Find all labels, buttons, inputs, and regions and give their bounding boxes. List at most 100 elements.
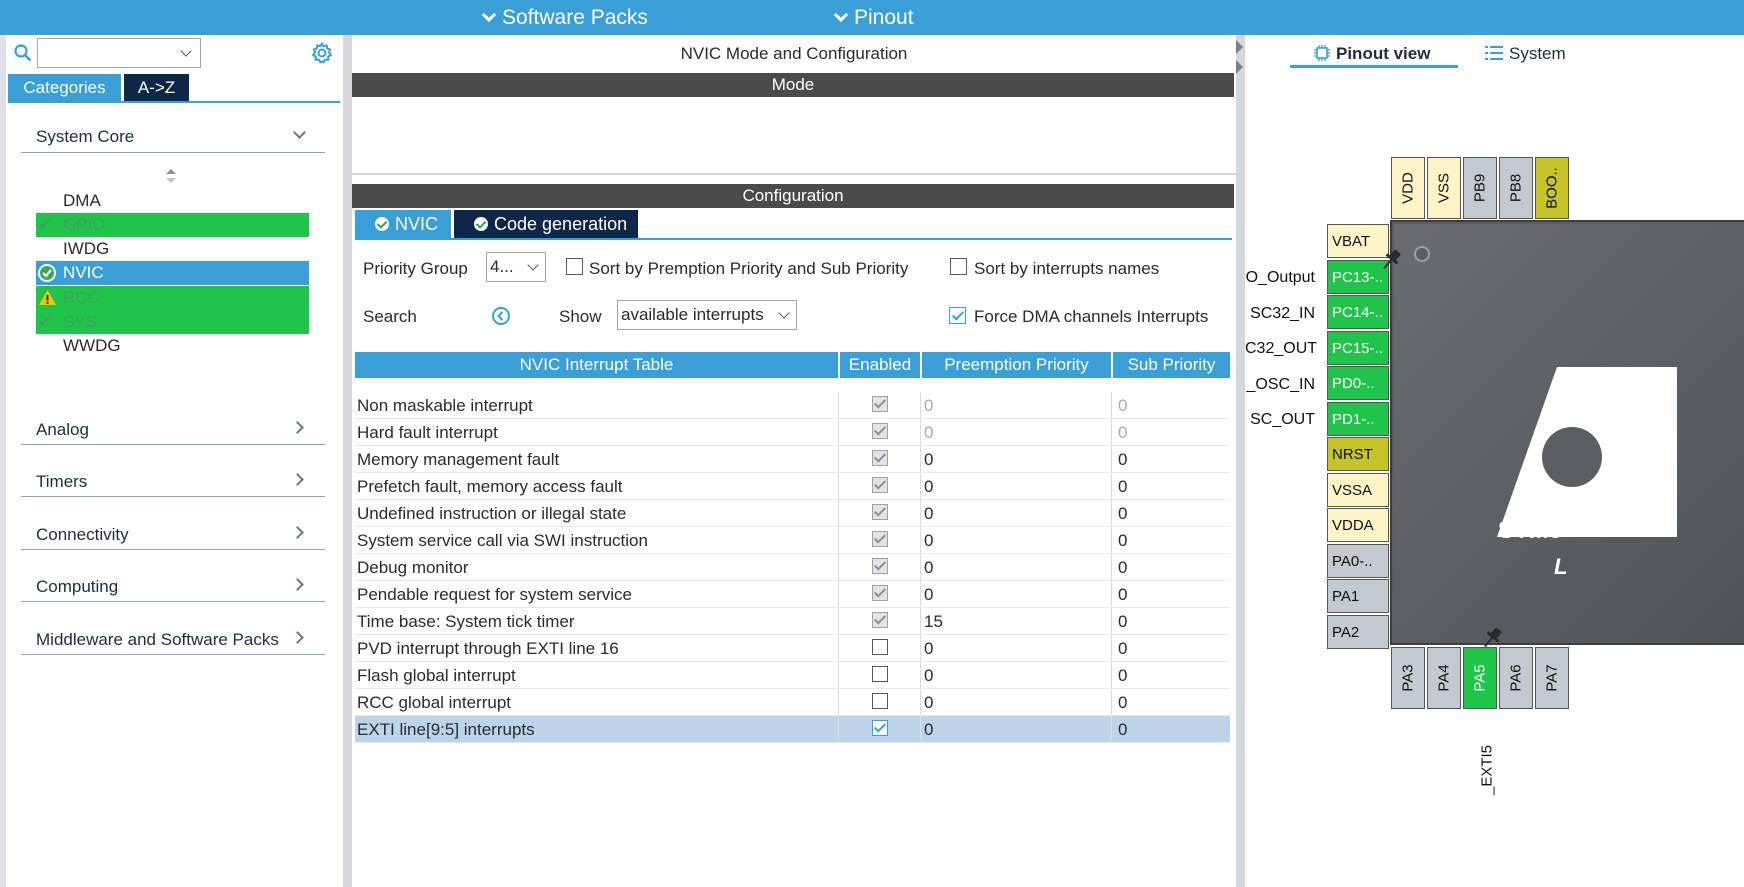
priority-group-select[interactable]: 4... [486, 252, 546, 282]
enabled-checkbox[interactable] [872, 720, 888, 736]
preemption-priority-cell[interactable]: 0 [924, 581, 933, 608]
core-item-sys[interactable]: ✔ SYS [36, 310, 309, 334]
sort-names-checkbox[interactable] [950, 258, 967, 275]
section-computing[interactable]: Computing [36, 577, 118, 597]
right-splitter[interactable] [1236, 35, 1245, 887]
sub-priority-cell[interactable]: 0 [1118, 689, 1127, 716]
preemption-priority-cell[interactable]: 0 [924, 635, 933, 662]
pin-left[interactable]: PC14-.. [1327, 295, 1389, 329]
pin-left[interactable]: PA0-.. [1327, 543, 1389, 578]
preemption-priority-cell[interactable]: 0 [924, 527, 933, 554]
sub-priority-cell[interactable]: 0 [1118, 473, 1127, 500]
sort-preemption-checkbox[interactable] [566, 258, 583, 275]
search-input[interactable] [41, 40, 176, 66]
search-combobox[interactable] [37, 38, 201, 68]
preemption-priority-cell[interactable]: 0 [924, 554, 933, 581]
tab-nvic[interactable]: NVIC [355, 210, 451, 238]
sub-priority-cell[interactable]: 0 [1118, 527, 1127, 554]
gear-icon[interactable] [310, 41, 334, 65]
table-row[interactable]: Hard fault interrupt 0 0 [355, 419, 1230, 446]
core-item-nvic[interactable]: NVIC [36, 261, 309, 285]
preemption-priority-cell[interactable]: 0 [924, 689, 933, 716]
column-header-preemption[interactable]: Preemption Priority [922, 352, 1111, 378]
tab-categories[interactable]: Categories [8, 74, 121, 102]
tab-system-view[interactable]: System [1485, 44, 1566, 64]
section-analog[interactable]: Analog [36, 420, 89, 440]
pin-left[interactable]: VSSA [1327, 472, 1389, 507]
pin-bottom[interactable]: PA6 [1499, 647, 1533, 709]
sub-priority-cell[interactable]: 0 [1118, 716, 1127, 743]
pin-bottom[interactable]: PA4 [1427, 647, 1461, 709]
core-item-dma[interactable]: DMA [36, 189, 309, 213]
sub-priority-cell[interactable]: 0 [1118, 635, 1127, 662]
pin-left[interactable]: PA2 [1327, 614, 1389, 649]
force-dma-checkbox[interactable] [949, 307, 966, 324]
preemption-priority-cell[interactable]: 0 [924, 716, 933, 743]
collapse-arrow-icon[interactable] [1236, 40, 1243, 54]
pin-bottom[interactable]: PA5 [1463, 647, 1497, 709]
enabled-checkbox[interactable] [872, 693, 888, 709]
pin-left[interactable]: NRST [1327, 437, 1389, 471]
table-row[interactable]: Prefetch fault, memory access fault 0 0 [355, 473, 1230, 500]
search-history-icon[interactable] [491, 306, 511, 326]
sort-arrows-icon[interactable] [165, 168, 177, 184]
pin-left[interactable]: PA1 [1327, 579, 1389, 613]
column-header-sub[interactable]: Sub Priority [1113, 352, 1230, 378]
section-connectivity[interactable]: Connectivity [36, 525, 129, 545]
table-row[interactable]: Debug monitor 0 0 [355, 554, 1230, 581]
table-row[interactable]: System service call via SWI instruction 0… [355, 527, 1230, 554]
section-middleware[interactable]: Middleware and Software Packs [36, 630, 279, 650]
table-row[interactable]: EXTI line[9:5] interrupts 0 0 [355, 716, 1230, 743]
preemption-priority-cell[interactable]: 15 [924, 608, 943, 635]
section-timers[interactable]: Timers [36, 472, 87, 492]
software-packs-menu[interactable]: Software Packs [481, 3, 648, 33]
core-item-wwdg[interactable]: WWDG [36, 334, 309, 358]
sub-priority-cell[interactable]: 0 [1118, 554, 1127, 581]
pinout-menu[interactable]: Pinout [833, 3, 914, 33]
table-row[interactable]: Non maskable interrupt 0 0 [355, 392, 1230, 419]
pin-top[interactable]: VDD [1391, 157, 1425, 219]
preemption-priority-cell[interactable]: 0 [924, 446, 933, 473]
pin-top[interactable]: PB9 [1463, 157, 1497, 219]
tab-pinout-view[interactable]: Pinout view [1313, 44, 1430, 64]
pin-bottom[interactable]: PA3 [1391, 647, 1425, 709]
table-row[interactable]: Undefined instruction or illegal state 0 0 [355, 500, 1230, 527]
section-system-core[interactable]: System Core [36, 127, 134, 147]
tab-a-z[interactable]: A->Z [124, 74, 189, 102]
table-row[interactable]: PVD interrupt through EXTI line 16 0 0 [355, 635, 1230, 662]
sub-priority-cell[interactable]: 0 [1118, 662, 1127, 689]
pin-left[interactable]: VDDA [1327, 508, 1389, 542]
table-row[interactable]: RCC global interrupt 0 0 [355, 689, 1230, 716]
table-row[interactable]: Pendable request for system service 0 0 [355, 581, 1230, 608]
core-item-iwdg[interactable]: IWDG [36, 237, 309, 261]
sub-priority-cell[interactable]: 0 [1118, 608, 1127, 635]
collapse-arrow-icon[interactable] [1236, 60, 1243, 74]
sub-priority-cell[interactable]: 0 [1118, 446, 1127, 473]
pin-left[interactable]: PD1-.. [1327, 401, 1389, 436]
core-item-gpio[interactable]: ✔ GPIO [36, 213, 309, 237]
search-icon[interactable] [14, 44, 32, 62]
pin-left[interactable]: PD0-.. [1327, 366, 1389, 400]
table-row[interactable]: Flash global interrupt 0 0 [355, 662, 1230, 689]
pin-top[interactable]: BOO.. [1535, 157, 1569, 219]
preemption-priority-cell[interactable]: 0 [924, 473, 933, 500]
pin-left[interactable]: PC15-.. [1327, 330, 1389, 365]
preemption-priority-cell[interactable]: 0 [924, 500, 933, 527]
show-select[interactable]: available interrupts [617, 300, 797, 330]
core-item-rcc[interactable]: RCC [36, 286, 309, 310]
mode-config-separator[interactable] [352, 173, 1236, 175]
tab-code-generation[interactable]: Code generation [454, 210, 638, 238]
preemption-priority-cell[interactable]: 0 [924, 662, 933, 689]
pin-bottom[interactable]: PA7 [1535, 647, 1569, 709]
table-row[interactable]: Time base: System tick timer 15 0 [355, 608, 1230, 635]
sub-priority-cell[interactable]: 0 [1118, 500, 1127, 527]
pin-top[interactable]: VSS [1427, 157, 1461, 219]
enabled-checkbox[interactable] [872, 666, 888, 682]
column-header-enabled[interactable]: Enabled [840, 352, 920, 378]
table-row[interactable]: Memory management fault 0 0 [355, 446, 1230, 473]
enabled-checkbox[interactable] [872, 639, 888, 655]
left-splitter[interactable] [343, 35, 352, 887]
sub-priority-cell[interactable]: 0 [1118, 581, 1127, 608]
column-header-interrupt[interactable]: NVIC Interrupt Table [355, 352, 838, 378]
pin-top[interactable]: PB8 [1499, 157, 1533, 219]
